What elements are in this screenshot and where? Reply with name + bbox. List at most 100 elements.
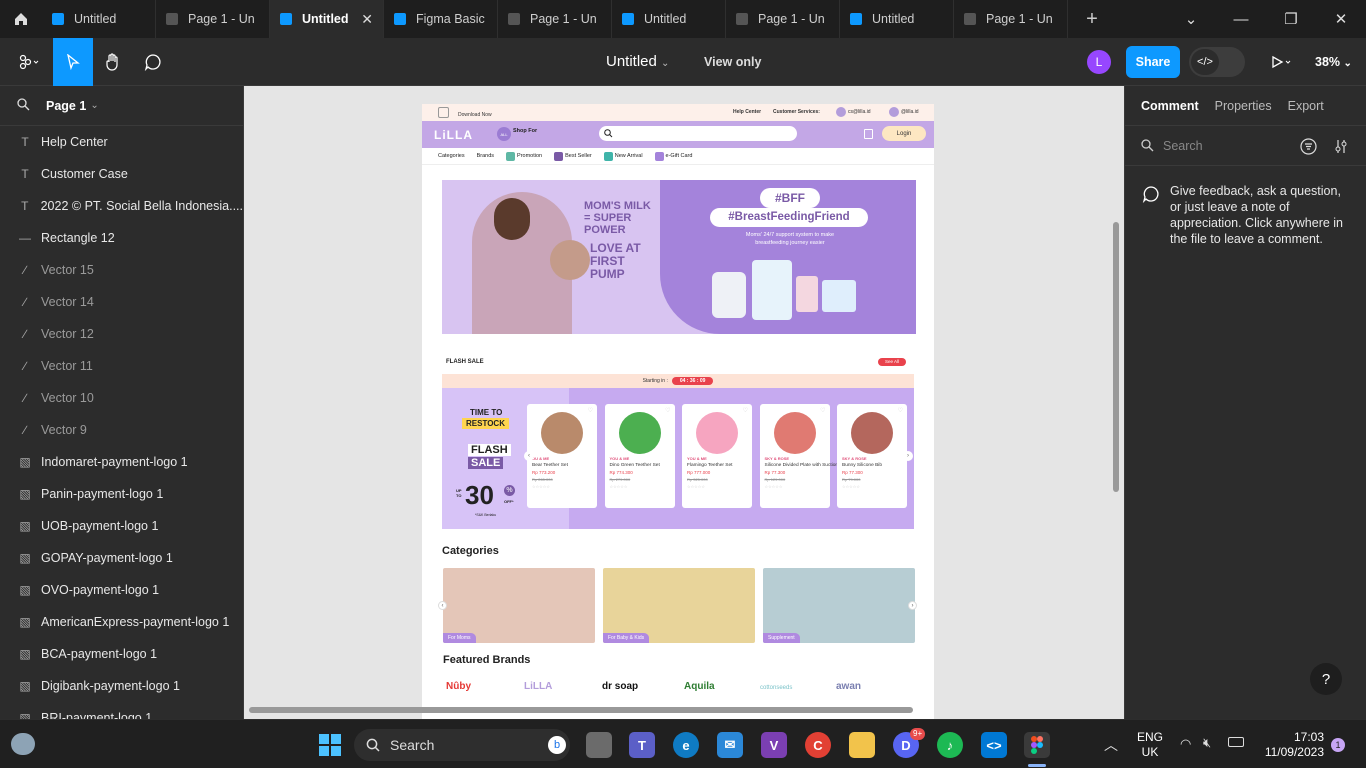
layer-item[interactable]: ∕ Vector 9: [0, 414, 243, 446]
figma-menu-icon[interactable]: [8, 38, 48, 86]
nav-item[interactable]: Best Seller: [554, 151, 592, 161]
file-explorer-icon[interactable]: [849, 732, 875, 758]
dev-mode-toggle[interactable]: </>: [1189, 47, 1245, 77]
share-button[interactable]: Share: [1126, 46, 1180, 78]
tab-7[interactable]: Untitled: [840, 0, 954, 38]
tab-1[interactable]: Page 1 - Un: [156, 0, 270, 38]
move-tool-icon[interactable]: [53, 38, 93, 86]
nav-item[interactable]: New Arrival: [603, 151, 643, 161]
nav-item[interactable]: Categories: [438, 153, 465, 159]
visual-studio-icon[interactable]: V: [761, 732, 787, 758]
tab-8[interactable]: Page 1 - Un: [954, 0, 1068, 38]
layer-item[interactable]: ∕ Vector 14: [0, 286, 243, 318]
layer-item[interactable]: ▧ BCA-payment-logo 1: [0, 638, 243, 670]
wishlist-heart-icon[interactable]: ♡: [898, 407, 903, 414]
layer-item[interactable]: ▧ Indomaret-payment-logo 1: [0, 446, 243, 478]
help-center-link[interactable]: Help Center: [733, 109, 761, 115]
avatar[interactable]: L: [1087, 50, 1111, 74]
weather-icon[interactable]: [11, 733, 35, 755]
tab-6[interactable]: Page 1 - Un: [726, 0, 840, 38]
language-indicator[interactable]: ENG UK: [1137, 730, 1163, 760]
layer-item[interactable]: ▧ UOB-payment-logo 1: [0, 510, 243, 542]
layer-item[interactable]: ▧ Digibank-payment-logo 1: [0, 670, 243, 702]
brand-logo[interactable]: cottonseeds: [760, 685, 792, 691]
shop-for-menu[interactable]: Shop For: [513, 128, 537, 134]
product-card[interactable]: SKY & ROSE Bunny Silicone Bib Rp 77.300 Rp …: [837, 404, 907, 508]
email-link-2[interactable]: @lilla.id: [901, 109, 919, 115]
teams-icon[interactable]: T: [629, 732, 655, 758]
search-icon[interactable]: [17, 97, 30, 114]
prev-arrow-icon[interactable]: ‹: [438, 601, 447, 610]
wishlist-heart-icon[interactable]: ♡: [743, 407, 748, 414]
clock[interactable]: 17:03 11/09/2023: [1258, 730, 1324, 760]
see-all-button[interactable]: See All: [878, 358, 906, 366]
layer-item[interactable]: ▧ GOPAY-payment-logo 1: [0, 542, 243, 574]
wifi-icon[interactable]: ◠: [1180, 736, 1191, 752]
battery-icon[interactable]: [1228, 737, 1244, 747]
email-link[interactable]: cs@lilla.id: [848, 109, 871, 115]
lilla-homepage-frame[interactable]: Download Now Help Center Customer Servic…: [422, 104, 934, 719]
windows-start-icon[interactable]: [317, 732, 343, 758]
tab-4[interactable]: Page 1 - Un: [498, 0, 612, 38]
layer-item[interactable]: ∕ Vector 11: [0, 350, 243, 382]
notification-badge[interactable]: 1: [1331, 738, 1345, 752]
brand-logo[interactable]: Nûby: [446, 681, 471, 692]
category-card[interactable]: Supplement: [763, 568, 915, 643]
tab-0[interactable]: Untitled: [42, 0, 156, 38]
product-card[interactable]: YOU & ME Dino Green Teether Set Rp 774.300…: [604, 404, 675, 508]
page-selector[interactable]: Page 1 ⌄: [0, 86, 243, 126]
layer-item[interactable]: ∕ Vector 10: [0, 382, 243, 414]
taskbar-search-input[interactable]: Search b: [354, 729, 570, 761]
layer-item[interactable]: T 2022 © PT. Social Bella Indonesia....: [0, 190, 243, 222]
layer-item[interactable]: ▧ OVO-payment-logo 1: [0, 574, 243, 606]
minimize-button[interactable]: —: [1216, 0, 1266, 38]
layer-item[interactable]: T Help Center: [0, 126, 243, 158]
mail-icon[interactable]: ✉: [717, 732, 743, 758]
chrome-icon[interactable]: C: [805, 732, 831, 758]
zoom-level[interactable]: 38% ⌄: [1315, 55, 1352, 69]
tab-3[interactable]: Figma Basic: [384, 0, 498, 38]
brand-logo[interactable]: awan: [836, 681, 861, 692]
close-icon[interactable]: ✕: [361, 11, 373, 28]
home-icon[interactable]: [0, 0, 42, 38]
next-arrow-icon[interactable]: ›: [903, 451, 913, 461]
comment-tool-icon[interactable]: [133, 38, 173, 86]
layer-item[interactable]: ∕ Vector 15: [0, 254, 243, 286]
tab-export[interactable]: Export: [1288, 99, 1324, 113]
tab-5[interactable]: Untitled: [612, 0, 726, 38]
layer-item[interactable]: ▧ BRI-payment-logo 1: [0, 702, 243, 719]
category-card[interactable]: For Moms: [443, 568, 595, 643]
brand-logo[interactable]: LiLLA: [524, 681, 552, 692]
maximize-button[interactable]: ❐: [1266, 0, 1316, 38]
spotify-icon[interactable]: ♪: [937, 732, 963, 758]
layer-item[interactable]: — Rectangle 12: [0, 222, 243, 254]
new-tab-button[interactable]: +: [1078, 8, 1106, 31]
horizontal-scrollbar[interactable]: [249, 707, 913, 713]
product-card[interactable]: SKY & ROSE Silicone Divided Plate with Su…: [759, 404, 838, 508]
volume-muted-icon[interactable]: 🔇︎: [1203, 735, 1211, 751]
filter-icon[interactable]: [1300, 138, 1317, 155]
login-button[interactable]: Login: [882, 126, 926, 141]
document-title[interactable]: Untitled ⌄: [606, 53, 669, 70]
layer-item[interactable]: ∕ Vector 12: [0, 318, 243, 350]
figma-icon[interactable]: [1024, 732, 1050, 758]
hand-tool-icon[interactable]: [93, 38, 133, 86]
wishlist-heart-icon[interactable]: ♡: [588, 407, 593, 414]
settings-sliders-icon[interactable]: [1334, 138, 1348, 155]
category-card[interactable]: For Baby & Kids: [603, 568, 755, 643]
chevron-down-icon[interactable]: ⌄: [1166, 0, 1216, 38]
vertical-scrollbar[interactable]: [1113, 222, 1119, 492]
layer-item[interactable]: ▧ AmericanExpress-payment-logo 1: [0, 606, 243, 638]
help-button[interactable]: ?: [1310, 663, 1342, 695]
task-view-icon[interactable]: [586, 732, 612, 758]
layer-item[interactable]: ▧ Panin-payment-logo 1: [0, 478, 243, 510]
hero-banner[interactable]: MOM'S MILK = SUPER POWER LOVE AT FIRST P…: [442, 180, 916, 334]
next-arrow-icon[interactable]: ›: [908, 601, 917, 610]
nav-item[interactable]: e-Gift Card: [654, 151, 692, 161]
brand-logo[interactable]: Aquila: [684, 681, 715, 692]
bing-icon[interactable]: b: [548, 736, 566, 754]
wishlist-heart-icon[interactable]: ♡: [665, 407, 670, 414]
tab-properties[interactable]: Properties: [1215, 99, 1272, 113]
close-window-button[interactable]: ✕: [1316, 0, 1366, 38]
tab-comment[interactable]: Comment: [1141, 99, 1199, 113]
